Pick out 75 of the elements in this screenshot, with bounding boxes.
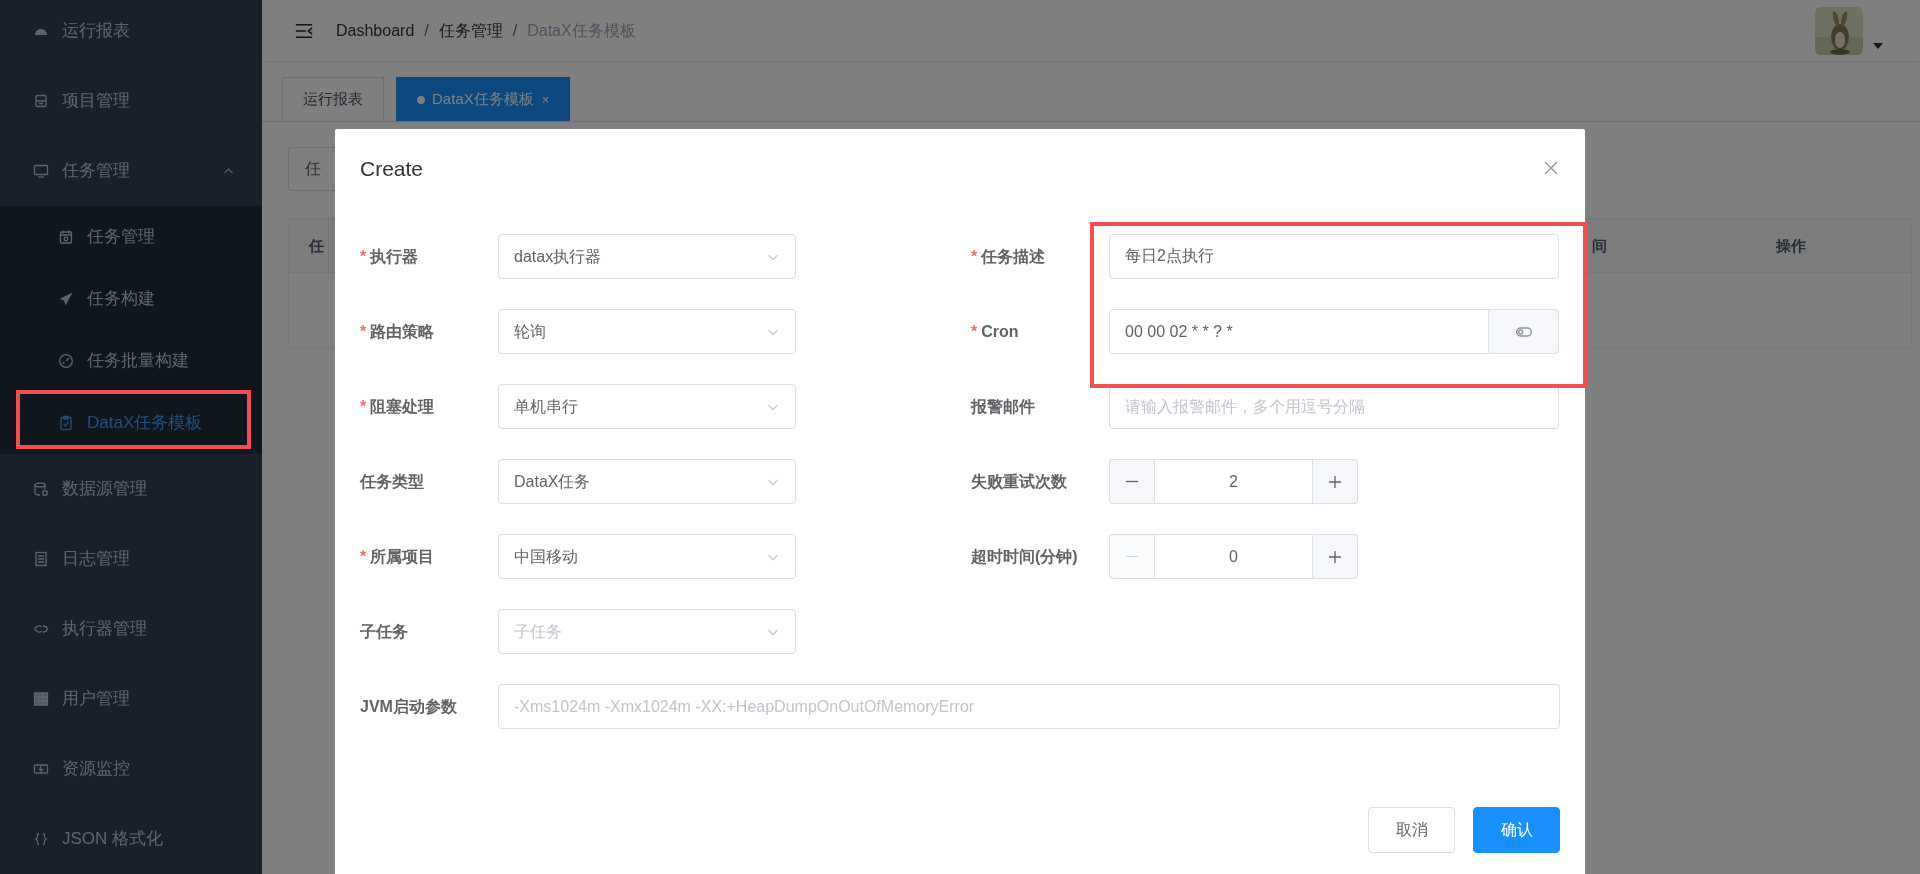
required-mark: * <box>971 247 978 265</box>
sidebar-item[interactable]: 项目管理 <box>0 66 262 136</box>
number-field[interactable]: 2 <box>1154 459 1313 504</box>
sidebar-item[interactable]: 数据源管理 <box>0 454 262 524</box>
field-label: 超时时间(分钟) <box>971 547 1078 565</box>
sidebar-item[interactable]: 资源监控 <box>0 734 262 804</box>
dot-icon <box>417 95 425 104</box>
plus-icon <box>1327 473 1343 490</box>
confirm-button[interactable]: 确认 <box>1473 807 1560 853</box>
braces-icon <box>33 831 49 847</box>
sidebar-item[interactable]: JSON 格式化 <box>0 804 262 874</box>
select-field[interactable]: datax执行器 <box>498 234 796 279</box>
field-label: Cron <box>981 322 1019 340</box>
document-icon <box>33 551 49 567</box>
field-label: 报警邮件 <box>971 397 1035 415</box>
field-label: JVM启动参数 <box>360 697 457 715</box>
increment-button[interactable] <box>1313 534 1358 579</box>
tab-close-button[interactable]: × <box>541 89 550 110</box>
field-label: 子任务 <box>360 622 408 640</box>
grid-icon <box>33 691 49 707</box>
breadcrumb-item[interactable]: Dashboard <box>336 18 415 43</box>
required-mark: * <box>360 247 367 265</box>
required-mark: * <box>360 547 367 565</box>
select-field[interactable]: 子任务 <box>498 609 796 654</box>
number-field[interactable]: 0 <box>1154 534 1313 579</box>
minus-icon <box>1124 555 1140 558</box>
select-field[interactable]: 轮询 <box>498 309 796 354</box>
field-label: 失败重试次数 <box>971 472 1067 490</box>
column-header: 操作 <box>1669 219 1911 272</box>
database-icon <box>33 481 49 497</box>
sidebar-item[interactable]: 日志管理 <box>0 524 262 594</box>
breadcrumb-separator: / <box>424 20 429 41</box>
field-label: 所属项目 <box>370 547 435 565</box>
storage-icon <box>33 93 49 109</box>
input-field[interactable]: 每日2点执行 <box>1109 234 1559 279</box>
minus-icon <box>1124 480 1140 483</box>
cancel-button[interactable]: 取消 <box>1368 807 1455 853</box>
required-mark: * <box>360 322 367 340</box>
column-header: 任 <box>308 236 325 256</box>
field-label: 阻塞处理 <box>370 397 435 415</box>
field-label: 任务描述 <box>981 247 1046 265</box>
dialog-title: Create <box>360 156 424 182</box>
cron-button[interactable] <box>1489 309 1559 354</box>
plus-icon <box>1327 548 1343 565</box>
dial-icon <box>58 353 74 369</box>
paper-plane-icon <box>58 291 74 307</box>
sidebar-item[interactable]: 执行器管理 <box>0 594 262 664</box>
select-field[interactable]: 中国移动 <box>498 534 796 579</box>
battery-icon <box>33 761 49 777</box>
monitor-icon <box>33 163 49 179</box>
tab[interactable]: 运行报表 <box>282 77 384 121</box>
field-label: 执行器 <box>370 247 419 265</box>
breadcrumb-item[interactable]: 任务管理 <box>438 18 503 43</box>
close-icon[interactable] <box>1543 160 1559 176</box>
field-label: 路由策略 <box>370 322 435 340</box>
caret-icon[interactable] <box>1873 42 1883 49</box>
calendar-icon <box>58 229 74 245</box>
sidebar-item[interactable]: 任务批量构建 <box>0 330 262 392</box>
input-field[interactable]: -Xms1024m -Xmx1024m -XX:+HeapDumpOnOutOfMemoryError <box>498 684 1560 729</box>
sidebar-item[interactable]: 任务构建 <box>0 268 262 330</box>
required-mark: * <box>971 322 978 340</box>
breadcrumb-separator: / <box>512 20 518 41</box>
field-label: 任务类型 <box>360 472 424 490</box>
sidebar-item[interactable]: 任务管理 <box>0 136 262 206</box>
select-field[interactable]: 单机串行 <box>498 384 796 429</box>
sidebar-item[interactable]: 任务管理 <box>0 206 262 268</box>
cron-field[interactable]: 00 00 02 * * ? * <box>1109 309 1489 354</box>
sidebar-item[interactable]: 用户管理 <box>0 664 262 734</box>
required-mark: * <box>360 397 367 415</box>
tab[interactable]: DataX任务模板 × <box>396 77 571 121</box>
select-field[interactable]: DataX任务 <box>498 459 796 504</box>
increment-button[interactable] <box>1313 459 1358 504</box>
column-header: 间 <box>1591 236 1608 256</box>
sidebar-item[interactable]: 运行报表 <box>0 0 262 66</box>
clipboard-icon <box>58 415 74 431</box>
